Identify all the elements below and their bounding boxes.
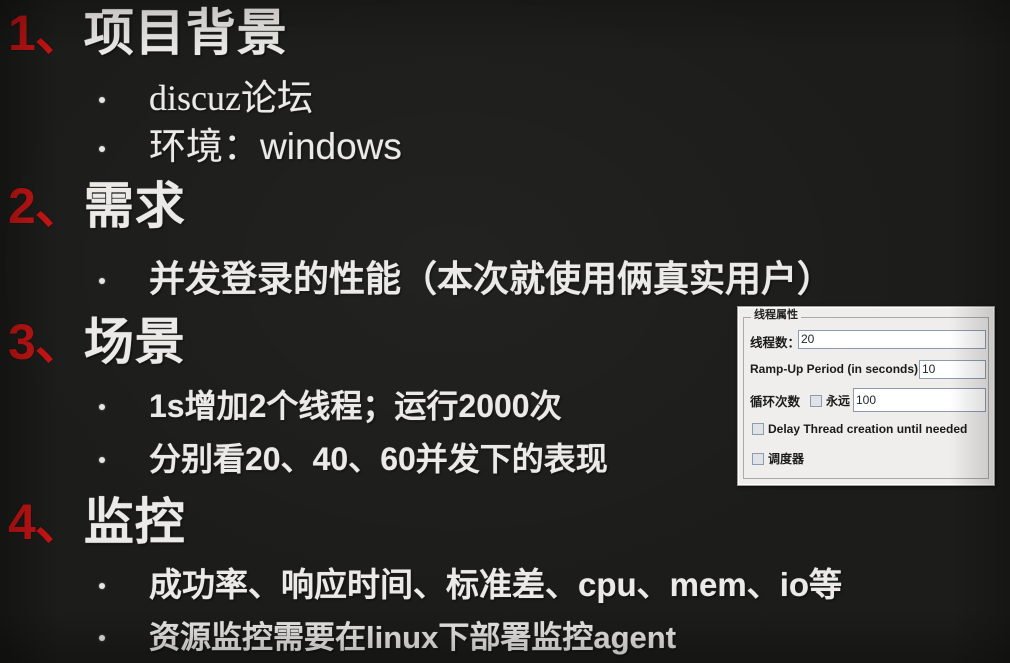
bullet-item: 成功率、响应时间、标准差、cpu、mem、io等	[99, 568, 842, 601]
bullet-item: 并发登录的性能（本次就使用俩真实用户）	[99, 261, 833, 297]
bullet-dot-icon	[99, 583, 105, 589]
bullet-item: discuz论坛	[99, 80, 313, 116]
section-title-4: 监控	[83, 494, 186, 550]
section-title-3: 场景	[83, 314, 186, 370]
scheduler-row[interactable]: 调度器	[752, 450, 804, 467]
bullet-dot-icon	[99, 635, 105, 641]
presentation-slide: 1、 项目背景 discuz论坛 环境：windows 2、 需求 并发登录的性…	[0, 0, 1010, 663]
thread-count-row: 线程数：	[750, 332, 800, 351]
bullet-item: 1s增加2个线程；运行2000次	[99, 390, 562, 422]
section-heading-3: 3、 场景	[8, 317, 186, 367]
ramp-up-label: Ramp-Up Period (in seconds):	[750, 362, 923, 376]
section-number-3: 3、	[8, 314, 85, 370]
section-title-1: 项目背景	[83, 5, 288, 61]
bullet-text: 环境：windows	[149, 126, 402, 167]
section-number-1: 1、	[8, 5, 85, 61]
bullet-item: 分别看20、40、60并发下的表现	[99, 443, 608, 475]
section-heading-4: 4、 监控	[8, 497, 186, 547]
bullet-dot-icon	[99, 457, 105, 463]
thread-properties-title: 线程属性	[751, 310, 801, 321]
loop-count-input[interactable]: 100	[853, 388, 986, 412]
section-heading-2: 2、 需求	[8, 181, 186, 231]
bullet-item: 环境：windows	[99, 128, 402, 165]
thread-count-label: 线程数：	[750, 336, 801, 350]
delay-thread-creation-checkbox[interactable]	[752, 423, 764, 435]
bullet-text: 1s增加2个线程；运行2000次	[149, 388, 562, 424]
forever-label: 永远	[826, 394, 851, 408]
scheduler-label: 调度器	[768, 452, 805, 466]
bullet-text: 成功率、响应时间、标准差、cpu、mem、io等	[149, 566, 843, 603]
bullet-text: 资源监控需要在linux下部署监控agent	[149, 620, 677, 655]
scheduler-checkbox[interactable]	[752, 452, 764, 465]
section-title-2: 需求	[83, 178, 186, 234]
thread-count-input[interactable]: 20	[798, 330, 986, 349]
delay-thread-creation-row[interactable]: Delay Thread creation until needed	[752, 422, 967, 436]
bullet-text: discuz论坛	[149, 78, 313, 118]
loop-count-label: 循环次数	[750, 395, 801, 409]
section-number-4: 4、	[8, 494, 85, 550]
thread-properties-dialog: 线程属性 线程数： 20 Ramp-Up Period (in seconds)…	[737, 306, 995, 486]
bullet-dot-icon	[99, 97, 105, 103]
loop-count-row: 循环次数 永远	[750, 391, 850, 410]
section-heading-1: 1、 项目背景	[8, 8, 288, 58]
bullet-dot-icon	[99, 404, 105, 410]
delay-thread-creation-label: Delay Thread creation until needed	[768, 422, 968, 436]
bullet-dot-icon	[99, 278, 105, 284]
bullet-text: 分别看20、40、60并发下的表现	[149, 441, 608, 477]
bullet-dot-icon	[99, 146, 105, 152]
bullet-text: 并发登录的性能（本次就使用俩真实用户）	[149, 259, 834, 299]
ramp-up-row: Ramp-Up Period (in seconds):	[750, 362, 922, 376]
section-number-2: 2、	[8, 178, 85, 234]
forever-checkbox[interactable]	[810, 394, 823, 407]
ramp-up-input[interactable]: 10	[919, 360, 986, 379]
bullet-item: 资源监控需要在linux下部署监控agent	[99, 622, 676, 653]
